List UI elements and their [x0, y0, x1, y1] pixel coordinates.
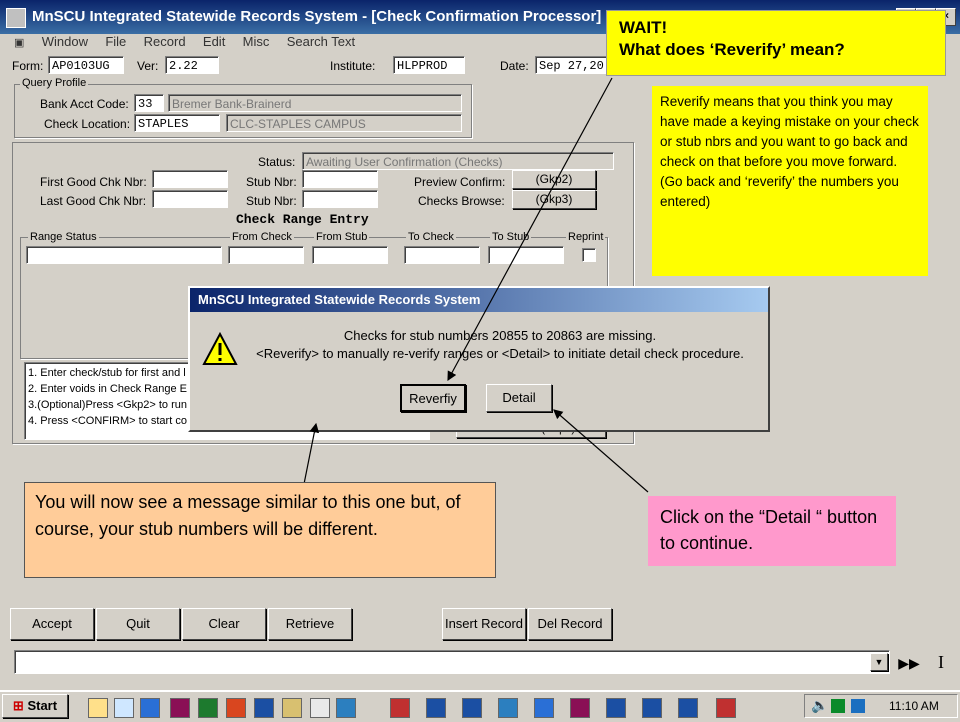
click-detail-note: Click on the “Detail “ button to continu… — [660, 507, 878, 553]
reverify-explanation-callout: Reverify means that you think you may ha… — [652, 86, 928, 276]
arrow-to-dialog — [303, 422, 320, 485]
arrow-to-detail — [553, 409, 649, 493]
message-note-callout: You will now see a message similar to th… — [24, 482, 496, 578]
click-detail-callout: Click on the “Detail “ button to continu… — [648, 496, 896, 566]
reverify-explanation: Reverify means that you think you may ha… — [660, 94, 919, 209]
wait-title: WAIT! — [619, 18, 668, 37]
message-note: You will now see a message similar to th… — [35, 492, 461, 539]
wait-question: What does ‘Reverify’ mean? — [619, 40, 845, 59]
wait-callout: WAIT! What does ‘Reverify’ mean? — [606, 10, 946, 76]
arrow-to-reverify — [447, 77, 613, 382]
